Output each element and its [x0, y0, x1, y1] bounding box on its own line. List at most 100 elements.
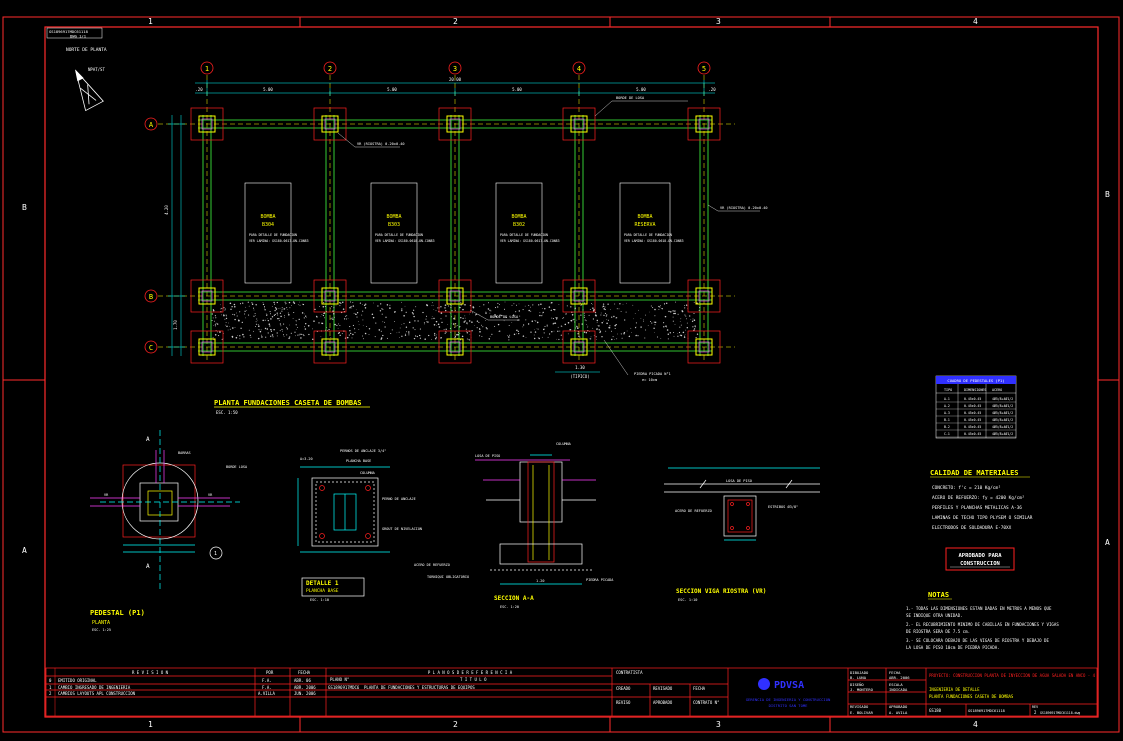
gravel-dot	[385, 316, 387, 318]
pdvsa-logo: PDVSA GERENCIA DE INGENIERIA Y CONSTRUCC…	[746, 678, 831, 708]
gravel-dot	[358, 323, 360, 325]
gravel-dot	[516, 304, 517, 306]
gravel-dot	[595, 314, 597, 317]
d2-label-bolts: PERNOS DE ANCLAJE 3/4"	[340, 449, 386, 453]
gravel-dot	[441, 321, 443, 324]
pump-foundations: BOMBA B304 BOMBA B303 BOMBA B302 BOMBA R…	[244, 182, 684, 284]
gravel-dot	[324, 305, 326, 308]
gravel-dot	[592, 307, 594, 309]
gravel-dot	[684, 334, 686, 335]
d4-scale: ESC. 1:10	[678, 598, 697, 602]
gravel-dot	[272, 336, 274, 338]
gravel-dot	[456, 325, 457, 327]
gravel-dot	[432, 305, 434, 306]
gravel-dot	[299, 333, 301, 335]
gravel-dot	[481, 336, 483, 337]
gravel-dot	[248, 305, 250, 307]
gravel-dot	[455, 309, 456, 311]
note-line-1: 1.- TODAS LAS DIMENSIONES ESTAN DADAS EN…	[906, 606, 1052, 611]
gravel-dot	[363, 304, 366, 306]
gravel-dot	[225, 324, 226, 326]
gravel-dot	[534, 329, 535, 331]
gravel-dot	[267, 319, 269, 322]
gravel-dot	[460, 310, 462, 312]
gravel-dot	[498, 304, 500, 306]
gravel-dot	[654, 321, 657, 324]
gravel-dot	[261, 336, 263, 338]
gravel-dot	[440, 318, 442, 320]
gravel-dot	[508, 336, 510, 338]
gravel-dot	[572, 319, 574, 321]
gravel-dot	[302, 333, 304, 336]
gravel-dot	[412, 327, 414, 329]
gravel-dot	[518, 333, 520, 335]
gravel-dot	[347, 318, 349, 319]
gravel-dot	[680, 324, 682, 326]
gravel-dot	[440, 337, 441, 339]
gravel-dot	[666, 327, 668, 328]
gravel-dot	[541, 315, 543, 317]
gravel-dot	[232, 327, 234, 329]
gravel-dot	[341, 333, 343, 335]
dim-span-4: 5.00	[636, 87, 646, 92]
gravel-dot	[485, 320, 486, 321]
gravel-dot	[284, 301, 286, 303]
gravel-dot	[576, 326, 578, 328]
gravel-dot	[632, 304, 634, 306]
gravel-dot	[551, 330, 553, 333]
gravel-dot	[269, 325, 271, 327]
gravel-dot	[673, 310, 675, 312]
gravel-dot	[264, 327, 267, 330]
gravel-dot	[555, 317, 557, 319]
gravel-dot	[682, 331, 685, 334]
gravel-dot	[680, 334, 683, 337]
gravel-dot	[240, 327, 242, 329]
gravel-dot	[517, 330, 519, 333]
gravel-dot	[461, 335, 464, 338]
gravel-dot	[596, 322, 598, 323]
gravel-dot	[592, 327, 594, 329]
gravel-dot	[486, 328, 488, 330]
gravel-dot	[630, 327, 632, 329]
gravel-dot	[239, 311, 241, 313]
gravel-dot	[260, 334, 262, 336]
gravel-dot	[339, 305, 341, 307]
gravel-dot	[380, 337, 383, 339]
dept-line-2: DISTRITO SAN TOME	[769, 703, 809, 708]
gravel-dot	[235, 336, 238, 339]
gravel-dot	[412, 309, 415, 311]
gravel-dot	[415, 335, 417, 337]
gravel-dot	[534, 331, 537, 333]
gravel-dot	[437, 307, 439, 309]
gravel-dot	[633, 318, 634, 320]
gravel-dot	[398, 337, 400, 338]
gravel-dot	[592, 310, 595, 312]
gravel-dot	[379, 310, 382, 312]
gravel-dot	[405, 311, 407, 313]
gravel-dot	[394, 320, 396, 322]
gravel-dot	[650, 305, 652, 307]
gravel-dot	[698, 302, 700, 303]
gravel-dot	[266, 314, 268, 316]
gravel-dot	[255, 323, 257, 325]
gravel-dot	[652, 307, 654, 309]
detail-beam-section-labels: LOSA DE PISO ACERO DE REFUERZO ESTRIBOS …	[675, 479, 798, 602]
gravel-dot	[243, 336, 245, 338]
gravel-dot	[333, 307, 335, 309]
gravel-dot	[579, 302, 581, 304]
gravel-dot	[278, 319, 280, 321]
gravel-dot	[528, 309, 530, 312]
gravel-dot	[611, 338, 613, 341]
gravel-dot	[221, 314, 222, 316]
gravel-dot	[574, 327, 576, 329]
gravel-dot	[553, 309, 556, 311]
rev-row-1-n: 0	[49, 678, 52, 683]
gravel-dot	[384, 326, 386, 328]
gravel-dot	[616, 338, 618, 340]
gravel-dot	[611, 330, 612, 332]
gravel-dot	[223, 307, 225, 309]
gravel-dot	[552, 308, 555, 311]
gravel-dot	[684, 304, 685, 306]
gravel-dot	[295, 320, 297, 322]
gravel-dot	[408, 321, 411, 324]
